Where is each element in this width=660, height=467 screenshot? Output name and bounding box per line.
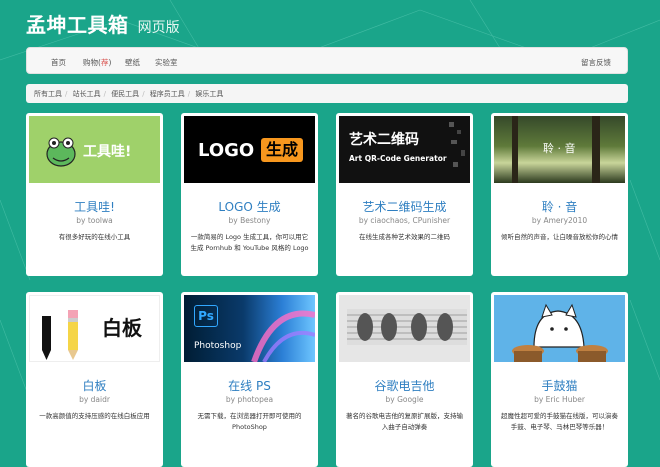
card-title[interactable]: 手鼓猫	[491, 377, 628, 394]
card-description: 倾听自然的声音，让白噪音放松你的心情	[501, 233, 618, 241]
tool-card-ling-yin[interactable]: 聆 · 音 聆 · 音 by Amery2010 倾听自然的声音，让白噪音放松你…	[491, 113, 628, 276]
nav-home[interactable]: 首页	[51, 57, 66, 68]
ps-logo-icon: Ps	[194, 305, 218, 327]
card-thumbnail: 聆 · 音	[494, 116, 625, 183]
card-description: 无需下载，在浏览器打开即可使用的 PhotoShop	[197, 412, 302, 431]
card-description: 有很多好玩的在线小工具	[58, 233, 131, 241]
card-thumbnail: LOGO 生成	[184, 116, 315, 183]
card-title[interactable]: LOGO 生成	[181, 198, 318, 215]
card-description: 一款高颜值的支持压感的在线白板应用	[39, 412, 150, 420]
tool-card-art-qrcode[interactable]: 艺术二维码 Art QR-Code Generator 艺术二维码生成 by c…	[336, 113, 473, 276]
card-author: by daidr	[79, 395, 110, 404]
card-title[interactable]: 艺术二维码生成	[336, 198, 473, 215]
card-description: 著名的谷歌电吉他的复原扩展版，支持输入曲子自动弹奏	[346, 412, 463, 431]
breadcrumb-utility[interactable]: 便民工具	[111, 90, 139, 98]
top-navbar: 首页 购物(荐) 壁纸 实验室 留言反馈	[26, 47, 628, 74]
card-thumbnail: 工具哇!	[29, 116, 160, 183]
site-title[interactable]: 孟坤工具箱	[26, 13, 129, 37]
thumbnail-text: 工具哇!	[83, 144, 132, 160]
card-title[interactable]: 工具哇!	[26, 198, 163, 215]
card-description: 超魔性超可爱的手鼓猫在线版，可以演奏手鼓、电子琴、马林巴琴等乐器！	[501, 412, 618, 431]
tool-card-whiteboard[interactable]: 白板 白板 by daidr 一款高颜值的支持压感的在线白板应用	[26, 292, 163, 467]
card-thumbnail	[339, 295, 470, 362]
qr-pattern-icon	[449, 122, 465, 167]
tool-card-logo-generator[interactable]: LOGO 生成 LOGO 生成 by Bestony 一款简易的 Logo 生成…	[181, 113, 318, 276]
card-thumbnail: Ps Photoshop	[184, 295, 315, 362]
card-description: 一款简易的 Logo 生成工具，你可以用它生成 Pornhub 和 YouTub…	[190, 233, 309, 252]
card-author: by Amery2010	[531, 216, 588, 225]
card-title[interactable]: 聆 · 音	[491, 198, 628, 215]
thumbnail-text: 聆 · 音	[543, 142, 576, 155]
breadcrumb-entertainment[interactable]: 娱乐工具	[195, 90, 223, 98]
site-subtitle: 网页版	[137, 20, 180, 36]
nav-feedback[interactable]: 留言反馈	[581, 57, 611, 68]
tool-card-google-guitar[interactable]: 谷歌电吉他 by Google 著名的谷歌电吉他的复原扩展版，支持输入曲子自动弹…	[336, 292, 473, 467]
card-thumbnail: 艺术二维码 Art QR-Code Generator	[339, 116, 470, 183]
card-author: by ciaochaos, CPunisher	[358, 216, 451, 225]
breadcrumb: 所有工具 / 站长工具 / 便民工具 / 程序员工具 / 娱乐工具	[26, 84, 628, 103]
thumbnail-text: Photoshop	[194, 341, 242, 351]
nav-lab[interactable]: 实验室	[155, 57, 178, 68]
tool-card-toolwa[interactable]: 工具哇! 工具哇! by toolwa 有很多好玩的在线小工具	[26, 113, 163, 276]
nav-wallpaper[interactable]: 壁纸	[125, 57, 140, 68]
breadcrumb-programmer[interactable]: 程序员工具	[150, 90, 185, 98]
breadcrumb-all-tools[interactable]: 所有工具	[34, 90, 62, 98]
card-description: 在线生成各种艺术效果的二维码	[359, 233, 450, 241]
thumbnail-text-generate: 生成	[261, 138, 303, 162]
tool-card-online-ps[interactable]: Ps Photoshop 在线 PS by photopea 无需下载，在浏览器…	[181, 292, 318, 467]
card-thumbnail: 白板	[29, 295, 160, 362]
thumbnail-text-logo: LOGO	[198, 140, 255, 161]
breadcrumb-webmaster[interactable]: 站长工具	[73, 90, 101, 98]
thumbnail-text-main: 艺术二维码	[349, 132, 419, 148]
nav-shopping[interactable]: 购物(荐)	[83, 57, 111, 68]
card-author: by Google	[385, 395, 424, 404]
card-title[interactable]: 谷歌电吉他	[336, 377, 473, 394]
card-title[interactable]: 在线 PS	[181, 377, 318, 394]
tool-card-bongo-cat[interactable]: 手鼓猫 by Eric Huber 超魔性超可爱的手鼓猫在线版，可以演奏手鼓、电…	[491, 292, 628, 467]
bongo-cat-icon	[512, 303, 608, 362]
guitar-icon	[347, 309, 467, 345]
card-author: by Eric Huber	[534, 395, 585, 404]
card-title[interactable]: 白板	[26, 377, 163, 394]
site-brand[interactable]: 孟坤工具箱 网页版	[26, 9, 180, 37]
card-author: by Bestony	[228, 216, 271, 225]
card-author: by toolwa	[76, 216, 113, 225]
thumbnail-text-sub: Art QR-Code Generator	[349, 154, 447, 163]
thumbnail-text: 白板	[102, 316, 142, 340]
card-thumbnail	[494, 295, 625, 362]
card-author: by photopea	[225, 395, 274, 404]
